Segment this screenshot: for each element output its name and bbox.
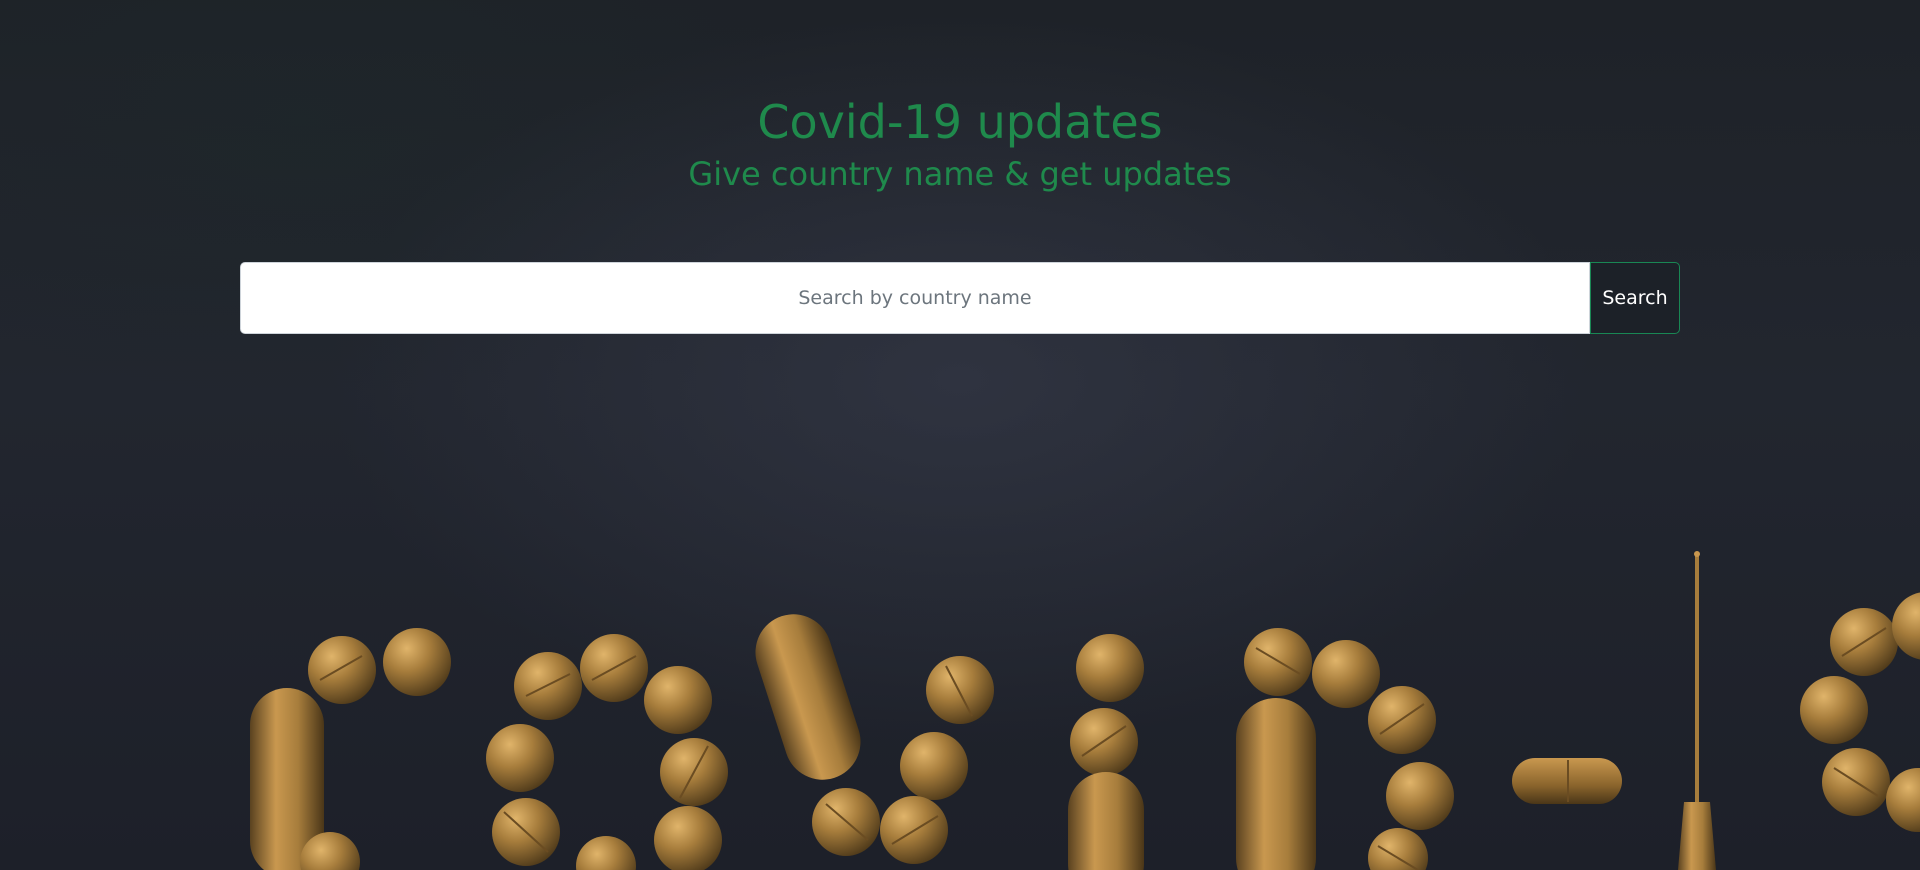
page-title: Covid-19 updates: [757, 95, 1163, 149]
page-header: Covid-19 updates Give country name & get…: [0, 92, 1920, 196]
page-subtitle: Give country name & get updates: [688, 155, 1232, 193]
search-input[interactable]: [240, 262, 1590, 334]
search-bar: Search: [240, 262, 1680, 334]
search-button[interactable]: Search: [1590, 262, 1680, 334]
pills-background-image: [250, 551, 1920, 870]
